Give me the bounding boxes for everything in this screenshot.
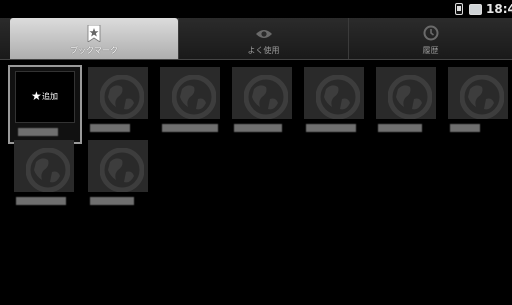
bookmark-thumbnail (232, 67, 292, 119)
bookmark-thumbnail (88, 67, 148, 119)
bookmark-tile[interactable] (376, 67, 436, 135)
eye-icon (255, 25, 273, 44)
bookmark-title (234, 124, 282, 132)
bookmark-tile[interactable] (14, 140, 74, 208)
add-bookmark-tile[interactable]: ★ 追加 (8, 65, 82, 144)
status-bar: 18:49 (0, 0, 512, 18)
add-bookmark-title (18, 128, 58, 136)
add-bookmark-label: ★ 追加 (30, 89, 58, 103)
globe-icon (100, 148, 144, 192)
bookmark-tile[interactable] (88, 140, 148, 208)
bookmark-title (378, 124, 422, 132)
tab-history-label: 履歴 (422, 46, 439, 55)
bookmark-tile[interactable] (160, 67, 220, 135)
tab-bookmarks[interactable]: ブックマーク (10, 18, 178, 59)
bookmark-thumbnail (88, 140, 148, 192)
bookmark-title (16, 197, 66, 205)
bookmark-thumbnail (160, 67, 220, 119)
bookmark-tile[interactable] (304, 67, 364, 135)
globe-icon (100, 75, 144, 119)
bookmark-title (306, 124, 356, 132)
bookmark-thumbnail (448, 67, 508, 119)
bookmark-tile[interactable] (448, 67, 508, 135)
bookmark-title (90, 197, 134, 205)
bookmark-thumbnail (376, 67, 436, 119)
globe-icon (26, 148, 70, 192)
bookmark-title (162, 124, 218, 132)
sim-icon (455, 3, 463, 15)
bookmark-star-icon (87, 24, 101, 46)
globe-icon (388, 75, 432, 119)
clock-icon (423, 25, 439, 45)
tab-most-visited[interactable]: よく使用 (178, 18, 348, 59)
globe-icon (244, 75, 288, 119)
bookmark-thumbnail (14, 140, 74, 192)
battery-icon (469, 4, 482, 15)
tab-history[interactable]: 履歴 (348, 18, 512, 59)
bookmark-tile[interactable] (88, 67, 148, 135)
globe-icon (316, 75, 360, 119)
tab-bar: ブックマーク よく使用 履歴 (0, 18, 512, 60)
tab-most-visited-label: よく使用 (247, 46, 280, 55)
bookmark-tile[interactable] (232, 67, 292, 135)
bookmark-title (90, 124, 130, 132)
bookmark-thumbnail (304, 67, 364, 119)
tab-bookmarks-label: ブックマーク (70, 46, 118, 55)
globe-icon (172, 75, 216, 119)
add-bookmark-thumbnail: ★ 追加 (15, 71, 75, 123)
bookmark-grid: ★ 追加 (0, 61, 512, 305)
star-icon: ★ (31, 89, 42, 103)
add-bookmark-text: 追加 (42, 92, 58, 101)
globe-icon (460, 75, 504, 119)
status-time: 18:49 (486, 2, 512, 16)
bookmark-title (450, 124, 480, 132)
